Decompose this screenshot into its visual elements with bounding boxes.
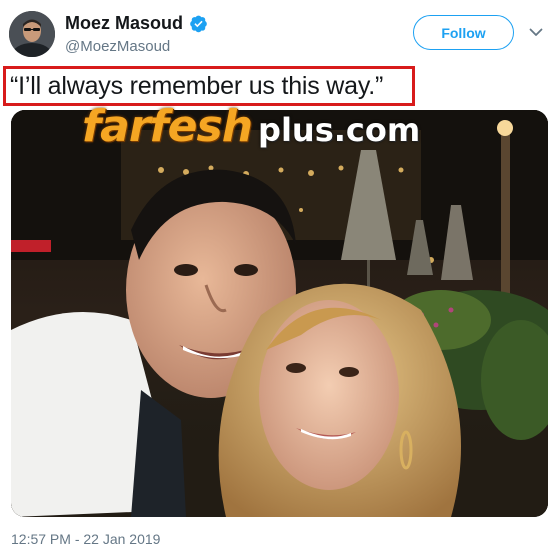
handle[interactable]: @MoezMasoud [65,38,208,56]
chevron-down-icon[interactable] [528,24,544,40]
author-block: Moez Masoud @MoezMasoud [65,12,208,56]
avatar[interactable] [9,11,55,57]
tweet-timestamp[interactable]: 12:57 PM - 22 Jan 2019 [11,531,160,547]
tweet-card: Moez Masoud @MoezMasoud Follow “I’ll alw… [0,0,560,559]
name-row: Moez Masoud [65,12,208,34]
display-name[interactable]: Moez Masoud [65,12,183,34]
tweet-text: “I’ll always remember us this way.” [10,71,384,100]
verified-badge-icon [189,14,208,33]
highlighted-tweet-text: “I’ll always remember us this way.” [3,66,415,106]
follow-button[interactable]: Follow [413,15,514,50]
tweet-photo[interactable] [11,110,548,517]
